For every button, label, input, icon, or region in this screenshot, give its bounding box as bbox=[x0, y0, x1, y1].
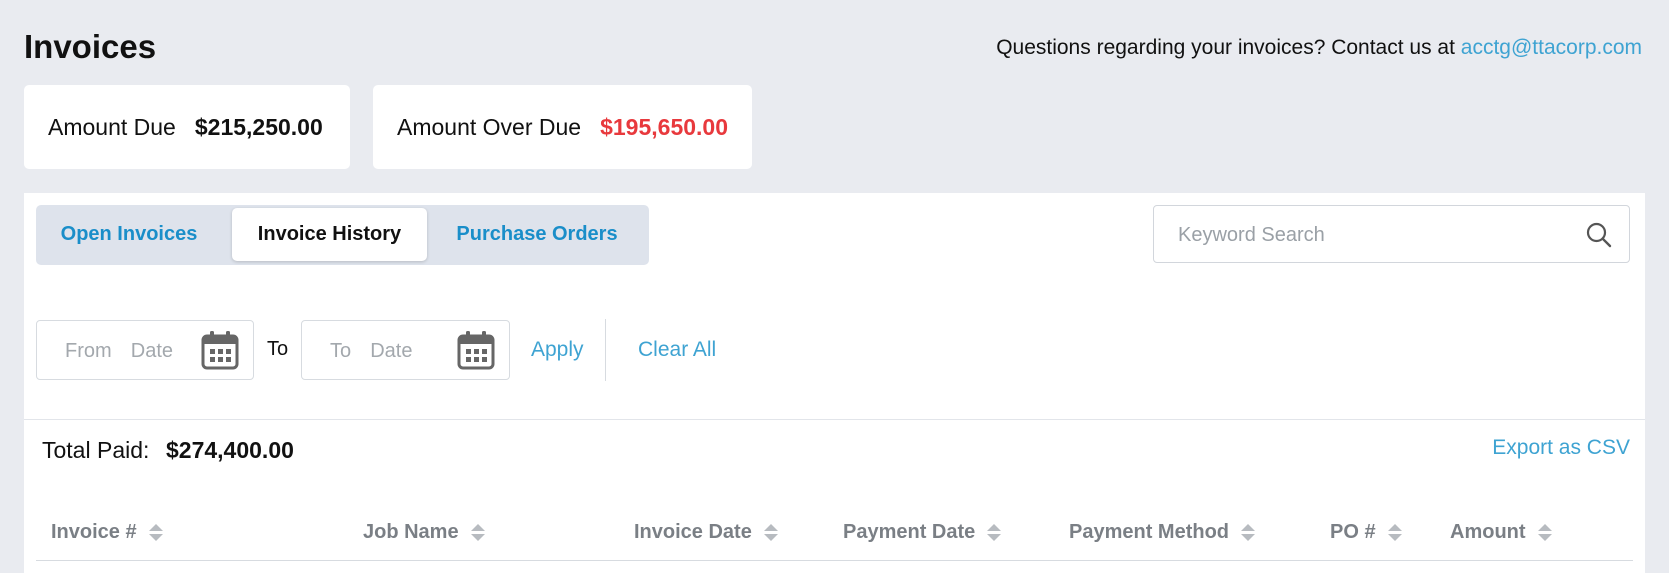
column-header-invoice-date[interactable]: Invoice Date bbox=[634, 521, 778, 544]
column-header-invoice-number[interactable]: Invoice # bbox=[51, 521, 163, 544]
amount-overdue-label: Amount Over Due bbox=[397, 113, 582, 140]
divider bbox=[605, 319, 606, 381]
sort-icon[interactable] bbox=[470, 523, 485, 543]
amount-overdue-value: $195,650.00 bbox=[600, 113, 728, 140]
search-box bbox=[1153, 205, 1630, 264]
total-paid-value: $274,400.00 bbox=[166, 437, 294, 463]
to-label: To bbox=[267, 338, 289, 360]
calendar-icon[interactable] bbox=[201, 330, 239, 370]
sort-icon[interactable] bbox=[763, 523, 778, 543]
tab-open-invoices[interactable]: Open Invoices bbox=[42, 208, 216, 261]
sort-icon[interactable] bbox=[148, 523, 163, 543]
table-header-divider bbox=[36, 560, 1633, 561]
contact-info: Questions regarding your invoices? Conta… bbox=[996, 36, 1642, 60]
tab-invoice-history[interactable]: Invoice History bbox=[232, 208, 427, 261]
amount-due-value: $215,250.00 bbox=[194, 113, 323, 140]
to-date-field bbox=[301, 320, 510, 381]
calendar-icon[interactable] bbox=[457, 330, 495, 370]
column-header-label: Payment Date bbox=[843, 521, 976, 543]
search-icon[interactable] bbox=[1585, 221, 1613, 249]
column-header-label: Invoice # bbox=[51, 521, 137, 543]
column-header-label: Job Name bbox=[363, 521, 459, 543]
export-csv-button[interactable]: Export as CSV bbox=[1492, 436, 1630, 460]
divider bbox=[24, 419, 1645, 420]
apply-button[interactable]: Apply bbox=[531, 338, 584, 362]
sort-icon[interactable] bbox=[987, 523, 1002, 543]
search-input[interactable] bbox=[1176, 206, 1560, 264]
column-header-payment-date[interactable]: Payment Date bbox=[843, 521, 1002, 544]
contact-email-link[interactable]: acctg@ttacorp.com bbox=[1461, 36, 1642, 59]
invoice-panel: Open Invoices Invoice History Purchase O… bbox=[24, 193, 1645, 573]
column-header-po-number[interactable]: PO # bbox=[1330, 521, 1402, 544]
column-header-amount[interactable]: Amount bbox=[1450, 521, 1552, 544]
amount-overdue-card: Amount Over Due $195,650.00 bbox=[373, 85, 752, 169]
from-date-input[interactable] bbox=[63, 321, 187, 381]
sort-icon[interactable] bbox=[1241, 523, 1256, 543]
to-date-input[interactable] bbox=[328, 321, 452, 381]
tab-bar: Open Invoices Invoice History Purchase O… bbox=[36, 205, 649, 265]
sort-icon[interactable] bbox=[1387, 523, 1402, 543]
column-header-label: Invoice Date bbox=[634, 521, 752, 543]
total-paid-label: Total Paid: bbox=[42, 437, 150, 463]
clear-all-button[interactable]: Clear All bbox=[638, 338, 716, 362]
column-header-label: Amount bbox=[1450, 521, 1526, 543]
sort-icon[interactable] bbox=[1537, 523, 1552, 543]
amount-due-label: Amount Due bbox=[48, 113, 176, 140]
page-title: Invoices bbox=[24, 28, 157, 65]
column-header-label: Payment Method bbox=[1069, 521, 1230, 543]
contact-text: Questions regarding your invoices? Conta… bbox=[996, 36, 1455, 59]
column-header-job-name[interactable]: Job Name bbox=[363, 521, 485, 544]
amount-due-card: Amount Due $215,250.00 bbox=[24, 85, 350, 169]
from-date-field bbox=[36, 320, 254, 381]
tab-purchase-orders[interactable]: Purchase Orders bbox=[432, 208, 642, 261]
column-header-payment-method[interactable]: Payment Method bbox=[1069, 521, 1256, 544]
column-header-label: PO # bbox=[1330, 521, 1376, 543]
